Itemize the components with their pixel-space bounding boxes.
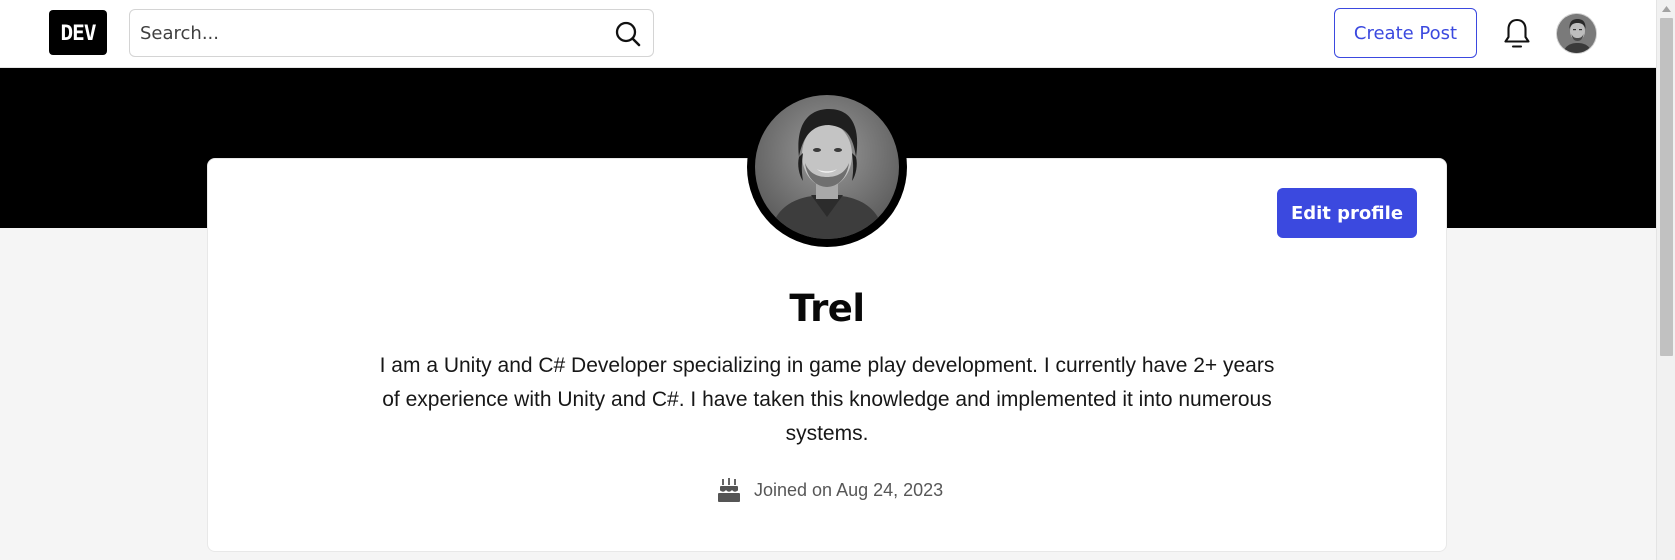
cake-icon [716,476,742,504]
scroll-thumb[interactable] [1660,18,1673,356]
arrow-up-icon [1662,5,1671,12]
joined-text: Joined on Aug 24, 2023 [754,479,944,500]
user-photo [1557,14,1596,53]
top-header: DEV Create Post [0,0,1656,68]
profile-photo [755,95,899,239]
joined-date: Joined on Aug 24, 2023 [716,474,943,506]
search-input[interactable] [130,10,600,56]
search-icon [615,21,641,47]
notifications-button[interactable] [1500,14,1534,52]
edit-profile-button[interactable]: Edit profile [1277,188,1417,238]
profile-bio: I am a Unity and C# Developer specializi… [379,354,1275,445]
search-box[interactable] [129,9,654,57]
user-avatar[interactable] [1556,13,1597,54]
scroll-up-arrow[interactable] [1657,0,1675,17]
profile-avatar [747,87,907,247]
dev-logo[interactable]: DEV [49,10,107,55]
edit-profile-label: Edit profile [1290,202,1404,224]
create-post-label: Create Post [1353,22,1458,44]
create-post-button[interactable]: Create Post [1334,8,1477,58]
bell-icon [1504,18,1530,48]
logo-text: DEV [60,20,97,45]
search-button[interactable] [613,19,643,49]
page-scrollbar[interactable] [1656,0,1675,560]
profile-name: Trel [789,287,865,330]
